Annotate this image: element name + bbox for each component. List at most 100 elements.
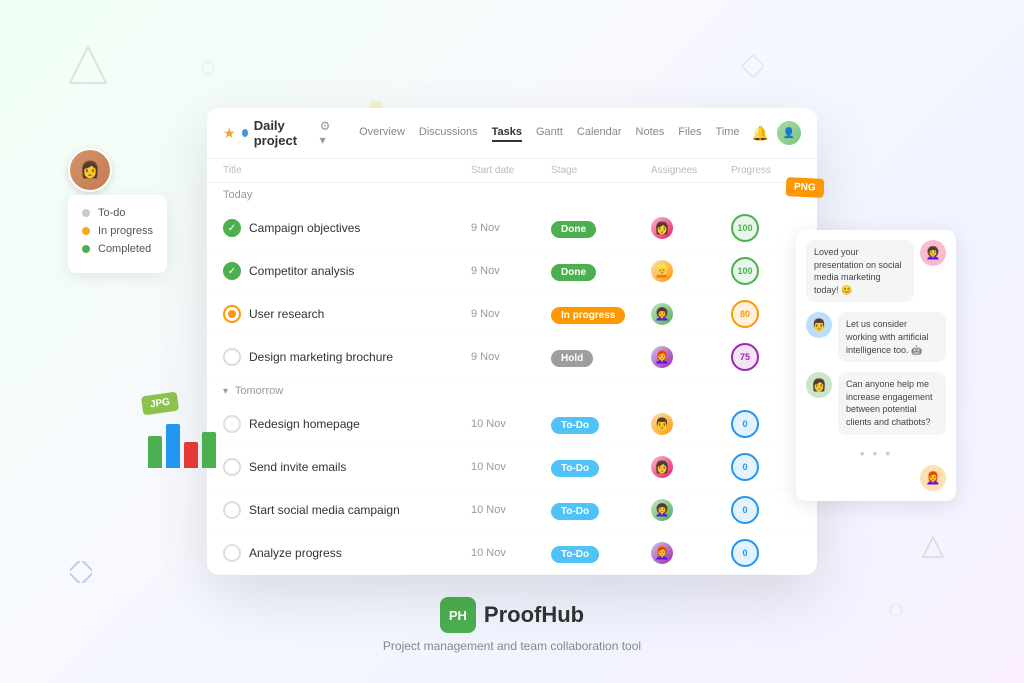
tab-time[interactable]: Time bbox=[716, 124, 740, 142]
legend-dot-completed bbox=[82, 245, 90, 253]
progress-cell: 100 bbox=[731, 214, 801, 242]
avatar: 👩‍🦰 bbox=[651, 542, 673, 564]
typing-indicator: • • • bbox=[806, 445, 946, 461]
tab-files[interactable]: Files bbox=[678, 124, 701, 142]
table-row: Analyze progress 10 Nov To-Do 👩‍🦰 0 bbox=[207, 532, 817, 575]
chat-avatar-3: 👩 bbox=[806, 372, 832, 398]
chat-bubble-2: Let us consider working with artificial … bbox=[838, 312, 946, 362]
task-name: Campaign objectives bbox=[249, 221, 360, 235]
header-avatar: 👤 bbox=[777, 121, 801, 145]
task-name: Send invite emails bbox=[249, 460, 346, 474]
task-title-cell: Redesign homepage bbox=[223, 415, 471, 433]
avatar: 👩‍🦱 bbox=[651, 303, 673, 325]
deco-shape-5 bbox=[898, 75, 924, 115]
nav-tabs: Overview Discussions Tasks Gantt Calenda… bbox=[359, 124, 739, 142]
avatar: 👱 bbox=[651, 260, 673, 282]
section-today: Today bbox=[207, 183, 817, 207]
check-circle-empty[interactable] bbox=[223, 415, 241, 433]
progress-indicator: 0 bbox=[731, 453, 759, 481]
progress-cell: 0 bbox=[731, 453, 801, 481]
assignee-cell: 👨 bbox=[651, 413, 731, 435]
user-face: 👩 bbox=[80, 160, 100, 180]
tab-notes[interactable]: Notes bbox=[636, 124, 665, 142]
legend-dot-inprogress bbox=[82, 227, 90, 235]
avatar: 👩 bbox=[651, 217, 673, 239]
check-circle-empty[interactable] bbox=[223, 501, 241, 519]
legend-todo: To-do bbox=[82, 207, 153, 219]
stage-cell: Done bbox=[551, 219, 651, 238]
status-dot bbox=[242, 129, 248, 137]
bar-3 bbox=[184, 442, 198, 468]
tab-gantt[interactable]: Gantt bbox=[536, 124, 563, 142]
stage-badge: In progress bbox=[551, 307, 625, 324]
user-avatar: 👩 bbox=[68, 148, 112, 192]
progress-cell: 0 bbox=[731, 496, 801, 524]
chevron-icon[interactable]: ▾ bbox=[223, 386, 228, 397]
progress-indicator: 0 bbox=[731, 539, 759, 567]
ph-logo: PH bbox=[440, 597, 476, 633]
task-title-cell: Send invite emails bbox=[223, 458, 471, 476]
tab-overview[interactable]: Overview bbox=[359, 124, 405, 142]
star-icon: ★ bbox=[223, 125, 236, 142]
progress-indicator: 75 bbox=[731, 343, 759, 371]
deco-shape-1 bbox=[68, 45, 108, 90]
settings-icon[interactable]: ⚙ ▾ bbox=[320, 119, 335, 147]
tab-discussions[interactable]: Discussions bbox=[419, 124, 478, 142]
task-title-cell: ✓ Competitor analysis bbox=[223, 262, 471, 280]
check-circle-inprogress[interactable] bbox=[223, 305, 241, 323]
project-name: Daily project bbox=[254, 118, 314, 148]
legend-label-completed: Completed bbox=[98, 243, 151, 255]
stage-cell: To-Do bbox=[551, 544, 651, 563]
legend-inprogress: In progress bbox=[82, 225, 153, 237]
progress-cell: 80 bbox=[731, 300, 801, 328]
task-title-cell: ✓ Campaign objectives bbox=[223, 219, 471, 237]
progress-indicator: 100 bbox=[731, 257, 759, 285]
bar-4 bbox=[202, 432, 216, 468]
assignee-cell: 👩‍🦰 bbox=[651, 346, 731, 368]
bar-1 bbox=[148, 436, 162, 468]
section-tomorrow: ▾ Tomorrow bbox=[207, 379, 817, 403]
table-header: Title Start date Stage Assignees Progres… bbox=[207, 159, 817, 183]
check-circle-empty[interactable] bbox=[223, 458, 241, 476]
task-name: Design marketing brochure bbox=[249, 350, 393, 364]
task-date: 10 Nov bbox=[471, 418, 551, 430]
stage-badge-done: Done bbox=[551, 221, 596, 238]
task-name: Analyze progress bbox=[249, 546, 342, 560]
brand-name: ProofHub bbox=[484, 602, 584, 628]
check-circle-empty[interactable] bbox=[223, 348, 241, 366]
legend-dot-todo bbox=[82, 209, 90, 217]
task-name: Competitor analysis bbox=[249, 264, 354, 278]
tab-calendar[interactable]: Calendar bbox=[577, 124, 622, 142]
stage-cell: To-Do bbox=[551, 415, 651, 434]
stage-badge-todo: To-Do bbox=[551, 417, 599, 434]
app-window: ★ Daily project ⚙ ▾ Overview Discussions… bbox=[207, 108, 817, 575]
stage-badge: Done bbox=[551, 264, 596, 281]
progress-indicator: 0 bbox=[731, 496, 759, 524]
progress-cell: 100 bbox=[731, 257, 801, 285]
assignee-cell: 👩‍🦱 bbox=[651, 499, 731, 521]
logo-area: PH ProofHub bbox=[440, 597, 584, 633]
col-date: Start date bbox=[471, 165, 551, 176]
chat-bubble-1: Loved your presentation on social media … bbox=[806, 240, 914, 302]
assignee-cell: 👩‍🦰 bbox=[651, 542, 731, 564]
stage-badge-todo: To-Do bbox=[551, 460, 599, 477]
table-row: Send invite emails 10 Nov To-Do 👩 0 bbox=[207, 446, 817, 489]
bell-icon[interactable]: 🔔 bbox=[752, 125, 769, 142]
progress-cell: 0 bbox=[731, 410, 801, 438]
assignee-cell: 👩 bbox=[651, 456, 731, 478]
tab-tasks[interactable]: Tasks bbox=[492, 124, 522, 142]
progress-indicator: 0 bbox=[731, 410, 759, 438]
chat-message-2: 👨 Let us consider working with artificia… bbox=[806, 312, 946, 362]
chat-avatar-4: 👩‍🦰 bbox=[920, 465, 946, 491]
task-title-cell: Design marketing brochure bbox=[223, 348, 471, 366]
check-circle-done[interactable]: ✓ bbox=[223, 219, 241, 237]
bar-chart bbox=[148, 424, 216, 468]
task-date: 9 Nov bbox=[471, 222, 551, 234]
task-title-cell: Start social media campaign bbox=[223, 501, 471, 519]
png-sticker: PNG bbox=[786, 177, 825, 198]
check-circle-empty[interactable] bbox=[223, 544, 241, 562]
progress-cell: 75 bbox=[731, 343, 801, 371]
check-circle-done[interactable]: ✓ bbox=[223, 262, 241, 280]
tagline: Project management and team collaboratio… bbox=[383, 639, 641, 653]
avatar: 👩 bbox=[651, 456, 673, 478]
